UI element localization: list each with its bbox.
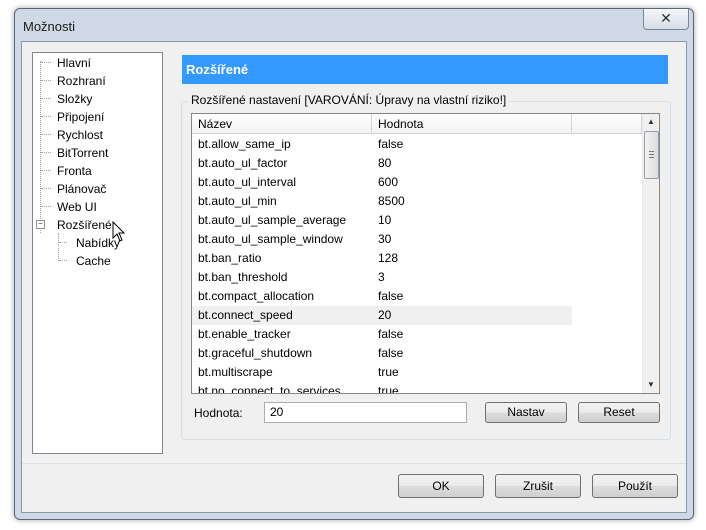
tree-item-hlavni[interactable]: Hlavní xyxy=(57,55,91,71)
setting-value: 30 xyxy=(378,232,392,246)
apply-button[interactable]: Použít xyxy=(592,474,678,498)
close-button[interactable]: ✕ xyxy=(643,9,689,30)
window-title: Možnosti xyxy=(23,19,76,34)
setting-value: 128 xyxy=(378,251,399,265)
tree-item-webui[interactable]: Web UI xyxy=(57,199,97,215)
collapse-icon[interactable]: − xyxy=(36,220,45,229)
table-row[interactable]: bt.graceful_shutdown false xyxy=(192,344,572,363)
table-row[interactable]: bt.no_connect_to_services true xyxy=(192,382,572,394)
setting-value: false xyxy=(378,346,404,360)
mouse-cursor-icon xyxy=(112,221,126,242)
panel-title: Rozšířené xyxy=(182,55,668,84)
setting-name: bt.enable_tracker xyxy=(198,327,291,341)
table-row[interactable]: bt.auto_ul_sample_average 10 xyxy=(192,211,572,230)
setting-name: bt.auto_ul_sample_window xyxy=(198,232,343,246)
group-label: Rozšířené nastavení [VAROVÁNÍ: Úpravy na… xyxy=(188,93,510,107)
table-row[interactable]: bt.auto_ul_min 8500 xyxy=(192,192,572,211)
dialog-client: − Hlavní Rozhraní Složky Připojení Rychl… xyxy=(21,41,687,513)
table-row[interactable]: bt.ban_threshold 3 xyxy=(192,268,572,287)
settings-table[interactable]: Název Hodnota bt.allow_same_ip false bt.au… xyxy=(191,113,660,394)
table-row[interactable]: bt.connect_speed 20 xyxy=(192,306,572,325)
tree-item-fronta[interactable]: Fronta xyxy=(57,163,92,179)
column-header-name[interactable]: Název xyxy=(192,114,372,134)
tree-line xyxy=(40,61,41,233)
setting-name: bt.no_connect_to_services xyxy=(198,384,341,394)
tree-item-pripojeni[interactable]: Připojení xyxy=(57,109,104,125)
cancel-button[interactable]: Zrušit xyxy=(495,474,581,498)
tree-item-planovac[interactable]: Plánovač xyxy=(57,181,106,197)
category-tree: − Hlavní Rozhraní Složky Připojení Rychl… xyxy=(32,52,163,454)
table-row[interactable]: bt.auto_ul_sample_window 30 xyxy=(192,230,572,249)
setting-value: 3 xyxy=(378,270,385,284)
close-icon: ✕ xyxy=(660,10,672,26)
tree-item-bittorrent[interactable]: BitTorrent xyxy=(57,145,108,161)
table-row[interactable]: bt.auto_ul_interval 600 xyxy=(192,173,572,192)
setting-name: bt.allow_same_ip xyxy=(198,137,291,151)
setting-value: false xyxy=(378,289,404,303)
column-header-filler xyxy=(572,114,642,134)
setting-value: 80 xyxy=(378,156,392,170)
setting-value: true xyxy=(378,384,399,394)
table-row[interactable]: bt.ban_ratio 128 xyxy=(192,249,572,268)
tree-item-rozsirene[interactable]: Rozšířené xyxy=(57,217,112,233)
setting-value: true xyxy=(378,365,399,379)
setting-name: bt.auto_ul_sample_average xyxy=(198,213,347,227)
value-input[interactable]: 20 xyxy=(264,402,467,423)
table-row[interactable]: bt.multiscrape true xyxy=(192,363,572,382)
setting-value: 600 xyxy=(378,175,399,189)
setting-name: bt.graceful_shutdown xyxy=(198,346,313,360)
footer: OK Zrušit Použít xyxy=(22,463,686,513)
setting-name: bt.multiscrape xyxy=(198,365,273,379)
ok-button[interactable]: OK xyxy=(398,474,484,498)
setting-value: 10 xyxy=(378,213,392,227)
setting-value: 20 xyxy=(378,308,392,322)
scrollbar-thumb[interactable] xyxy=(644,131,659,179)
tree-item-rychlost[interactable]: Rychlost xyxy=(57,127,103,143)
options-window: Možnosti ✕ − Hlavní Rozhraní Složky Přip… xyxy=(14,8,694,520)
setting-value: 8500 xyxy=(378,194,405,208)
vertical-scrollbar[interactable]: ▲ ▼ xyxy=(642,114,659,393)
setting-name: bt.ban_threshold xyxy=(198,270,288,284)
set-button[interactable]: Nastav xyxy=(485,402,567,423)
setting-name: bt.auto_ul_factor xyxy=(198,156,288,170)
setting-name: bt.auto_ul_interval xyxy=(198,175,297,189)
table-row[interactable]: bt.compact_allocation false xyxy=(192,287,572,306)
setting-name: bt.connect_speed xyxy=(198,308,293,322)
value-label: Hodnota: xyxy=(194,406,243,420)
scroll-up-icon[interactable]: ▲ xyxy=(643,114,659,130)
tree-item-cache[interactable]: Cache xyxy=(76,253,111,269)
tree-item-rozhrani[interactable]: Rozhraní xyxy=(57,73,106,89)
setting-name: bt.ban_ratio xyxy=(198,251,262,265)
column-header-value[interactable]: Hodnota xyxy=(372,114,572,134)
reset-button[interactable]: Reset xyxy=(578,402,660,423)
table-row[interactable]: bt.enable_tracker false xyxy=(192,325,572,344)
scroll-down-icon[interactable]: ▼ xyxy=(643,377,659,393)
title-bar[interactable]: Možnosti ✕ xyxy=(15,9,693,43)
setting-value: false xyxy=(378,327,404,341)
table-row[interactable]: bt.allow_same_ip false xyxy=(192,135,572,154)
tree-item-slozky[interactable]: Složky xyxy=(57,91,92,107)
setting-name: bt.compact_allocation xyxy=(198,289,315,303)
table-row[interactable]: bt.auto_ul_factor 80 xyxy=(192,154,572,173)
setting-value: false xyxy=(378,137,404,151)
setting-name: bt.auto_ul_min xyxy=(198,194,277,208)
